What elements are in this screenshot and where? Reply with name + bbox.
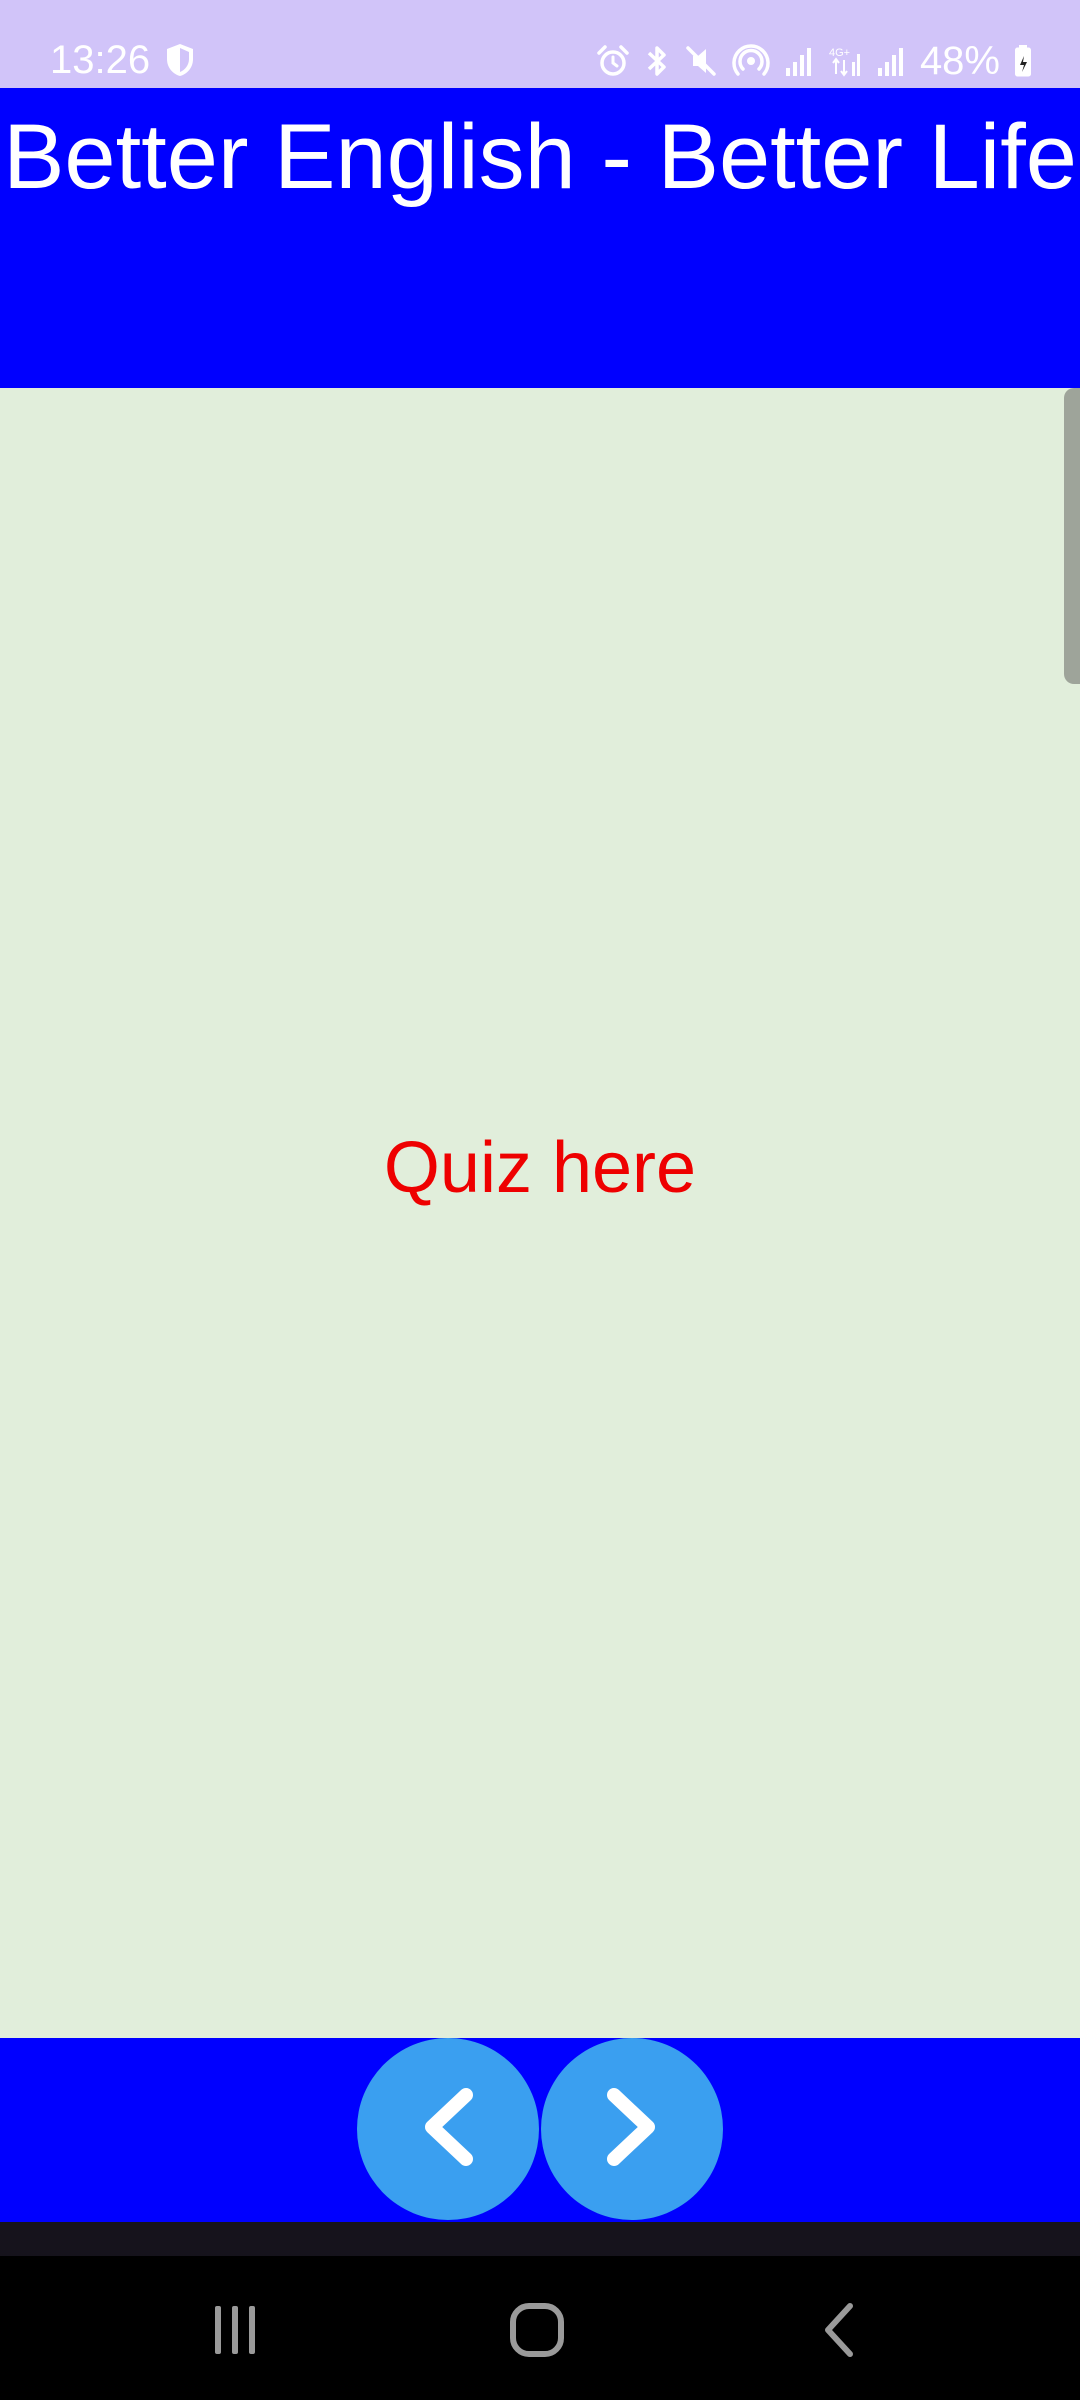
chevron-left-icon [408,2077,488,2182]
shield-icon [164,42,196,78]
back-button[interactable] [800,2292,880,2372]
next-button[interactable] [541,2038,723,2220]
recents-button[interactable] [195,2292,275,2372]
system-nav-bar [0,2256,1080,2400]
4g-signal-icon: 4G+ [828,44,862,78]
bluetooth-icon [644,43,670,79]
chevron-right-icon [592,2077,672,2182]
home-icon [507,2300,567,2365]
home-button[interactable] [497,2292,577,2372]
battery-percent: 48% [919,39,1000,83]
scrollbar-thumb[interactable] [1064,388,1080,684]
quiz-content-area[interactable]: Quiz here [0,388,1080,2038]
alarm-icon [596,44,630,78]
quiz-placeholder-text: Quiz here [383,1128,697,1208]
bottom-divider [0,2222,1080,2256]
battery-icon [1014,44,1032,78]
back-icon [810,2300,870,2365]
status-bar: 13:26 4G+ 48% [0,0,1080,88]
mute-icon [684,44,718,78]
signal-icon-2 [876,44,906,78]
app-title: Better English - Better Life [3,106,1077,208]
bottom-bar [0,2038,1080,2222]
signal-icon [784,44,814,78]
status-icons: 4G+ 48% [596,36,1032,86]
status-time: 13:26 [50,38,151,82]
app-header: Better English - Better Life [0,88,1080,388]
svg-text:4G+: 4G+ [829,47,850,59]
hotspot-icon [732,43,770,79]
previous-button[interactable] [357,2038,539,2220]
phone-screen: 13:26 4G+ 48% Better English - Better Li… [0,0,1080,2400]
recents-icon [205,2302,265,2363]
